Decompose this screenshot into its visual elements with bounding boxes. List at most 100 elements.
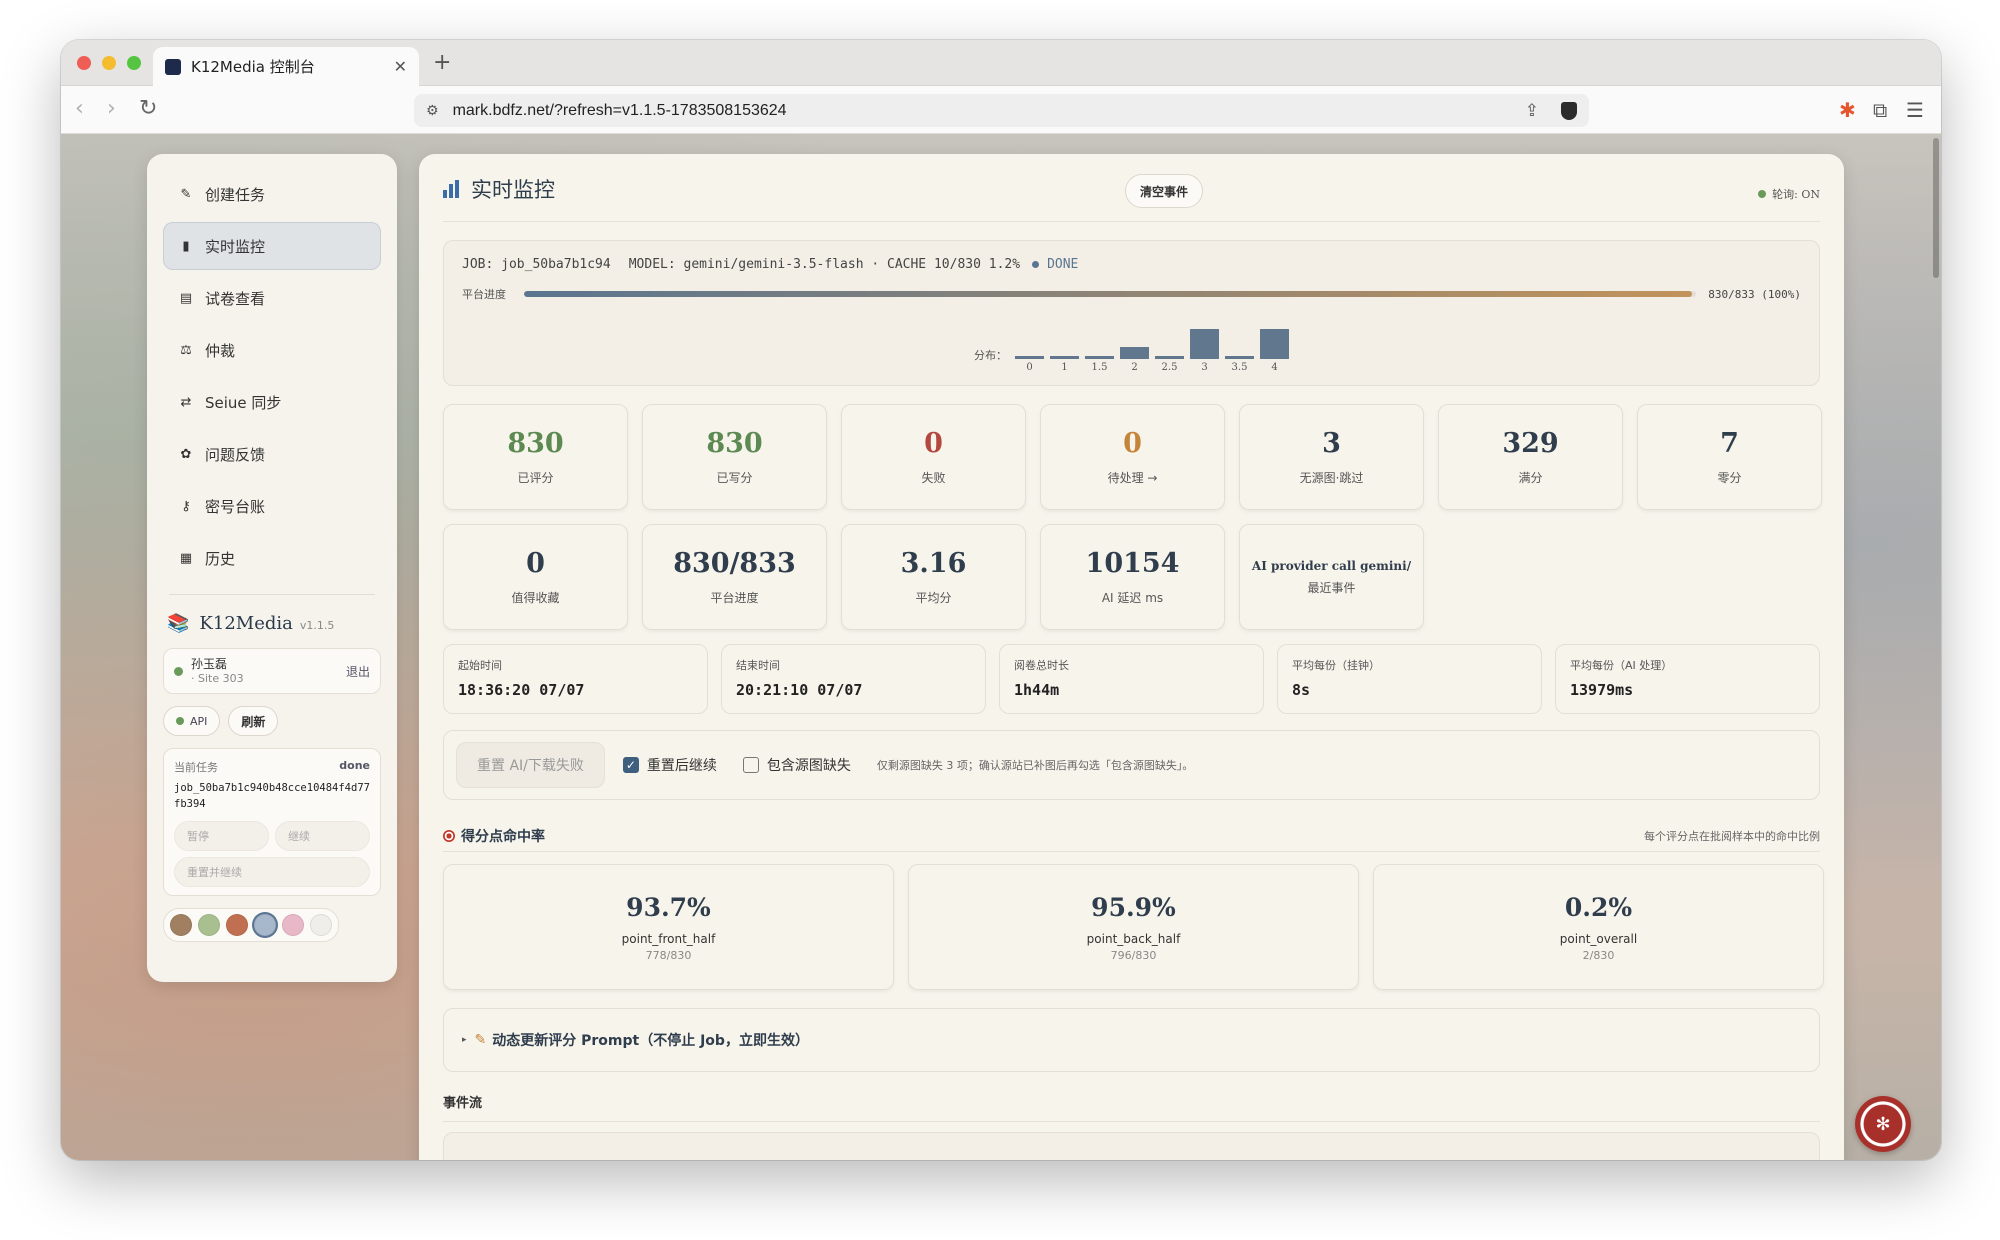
include-missing-checkbox[interactable]: 包含源图缺失	[742, 755, 851, 775]
sidebar-item-7[interactable]: ▦ 历史	[163, 534, 381, 582]
browser-toolbar: ‹ › ↻ ⚙ mark.bdfz.net/?refresh=v1.1.5-17…	[61, 86, 1941, 134]
sidebar-item-5[interactable]: ✿ 问题反馈	[163, 430, 381, 478]
stat-label: AI 延迟 ms	[1101, 591, 1164, 605]
stat-value: 0	[924, 428, 943, 459]
distribution-bar	[1155, 356, 1184, 359]
stat-value: 7	[1720, 428, 1739, 459]
share-icon[interactable]: ⇪	[1525, 101, 1539, 121]
distribution-bar	[1015, 356, 1044, 359]
reload-icon[interactable]: ↻	[139, 96, 157, 121]
checkbox-checked-icon[interactable]: ✓	[622, 757, 639, 773]
stats-grid: 830 已评分 830 已写分 0 失败 0 待处理 → 3 无源图·跳过 329 满分 7 零分 0 值得收…	[443, 404, 1822, 630]
score-distribution-chart: 分布： 0 1 1.5 2 2.5 3 3.5 4	[974, 329, 1295, 373]
user-name: 孙玉磊	[191, 657, 228, 672]
sidebar-divider	[169, 594, 375, 595]
theme-swatch[interactable]	[310, 913, 332, 936]
page-scrollbar[interactable]	[1933, 138, 1939, 278]
time-stat-label: 阅卷总时长	[1014, 659, 1069, 672]
stat-label: 失败	[921, 471, 946, 485]
logout-button[interactable]: 退出	[346, 663, 370, 680]
distribution-column: 2.5	[1155, 329, 1184, 373]
reset-resume-button[interactable]: 重置并继续	[174, 856, 370, 887]
job-model: MODEL: gemini/gemini-3.5-flash · CACHE 1…	[628, 257, 1021, 272]
checkbox-empty-icon[interactable]	[742, 757, 759, 773]
time-stat: 阅卷总时长 1h44m	[999, 644, 1264, 714]
stat-label: 满分	[1518, 471, 1543, 485]
prompt-update-toggle[interactable]: ▸ ✎ 动态更新评分 Prompt（不停止 Job，立即生效）	[443, 1008, 1820, 1072]
new-tab-icon[interactable]: +	[433, 50, 451, 75]
refresh-label: 刷新	[241, 714, 266, 729]
stat-label: 平均分	[915, 591, 952, 605]
distribution-bar	[1085, 356, 1114, 359]
reset-failed-button[interactable]: 重置 AI/下载失败	[456, 742, 605, 788]
progress-label: 平台进度	[462, 288, 506, 301]
api-label: API	[190, 714, 208, 728]
api-status-pill[interactable]: API	[163, 706, 221, 736]
hit-rate-name: point_overall	[1559, 931, 1638, 946]
sidebar-item-2[interactable]: ▤ 试卷查看	[163, 274, 381, 322]
extensions-icon[interactable]: ⧉	[1873, 98, 1887, 122]
sidebar-item-6[interactable]: ⚷ 密号台账	[163, 482, 381, 530]
bar-chart-icon	[443, 180, 459, 198]
time-stat: 结束时间 20:21:10 07/07	[721, 644, 986, 714]
site-settings-icon[interactable]: ⚙	[426, 103, 439, 119]
time-stats: 起始时间 18:36:20 07/07 结束时间 20:21:10 07/07 阅卷总时…	[443, 644, 1820, 714]
theme-swatch[interactable]	[254, 913, 276, 936]
pause-button[interactable]: 暂停	[174, 820, 269, 851]
close-window-button[interactable]	[77, 56, 91, 70]
resume-button[interactable]: 继续	[275, 820, 370, 851]
theme-swatch[interactable]	[198, 913, 220, 936]
theme-swatch[interactable]	[226, 913, 248, 936]
job-status-text: DONE	[1047, 257, 1079, 272]
school-seal-icon[interactable]: ✻	[1855, 1096, 1911, 1152]
continue-after-reset-checkbox[interactable]: ✓ 重置后继续	[622, 755, 717, 775]
browser-tab[interactable]: K12Media 控制台 ✕	[153, 47, 419, 86]
stat-card: 830/833 平台进度	[642, 524, 827, 630]
stat-card: 329 满分	[1438, 404, 1623, 510]
stat-label: 无源图·跳过	[1299, 471, 1364, 485]
sidebar-item-label: 问题反馈	[205, 445, 266, 464]
menu-icon[interactable]: ☰	[1906, 98, 1924, 122]
forward-icon[interactable]: ›	[107, 96, 116, 121]
stat-label: 已写分	[716, 471, 753, 485]
brave-rewards-icon[interactable]: ✱	[1839, 98, 1856, 122]
stat-value: 10154	[1085, 548, 1180, 579]
hit-rate-count: 2/830	[1582, 948, 1615, 962]
stat-value: 0	[526, 548, 545, 579]
sidebar-item-3[interactable]: ⚖ 仲裁	[163, 326, 381, 374]
bug-icon: ✿	[180, 446, 192, 462]
refresh-button[interactable]: 刷新	[228, 706, 279, 736]
scale-icon: ⚖	[180, 342, 192, 358]
zoom-window-button[interactable]	[127, 56, 141, 70]
sidebar-item-0[interactable]: ✎ 创建任务	[163, 170, 381, 218]
tab-close-icon[interactable]: ✕	[394, 57, 407, 76]
sidebar-item-label: Seiue 同步	[205, 393, 282, 412]
brand: 📚 K12Media v1.1.5	[163, 613, 381, 634]
sync-icon: ⇄	[180, 394, 192, 410]
distribution-bar	[1120, 347, 1149, 359]
hit-rate-card: 93.7% point_front_half 778/830	[443, 864, 894, 990]
sidebar-item-1[interactable]: ▮ 实时监控	[163, 222, 381, 270]
distribution-tick-label: 1	[1061, 362, 1068, 373]
sidebar-item-4[interactable]: ⇄ Seiue 同步	[163, 378, 381, 426]
distribution-tick-label: 3.5	[1231, 362, 1248, 373]
sidebar: ✎ 创建任务 ▮ 实时监控 ▤ 试卷查看 ⚖ 仲裁 ⇄ Seiue 同步 ✿ 问题反馈 ⚷ 密号台账 ▦ 历史…	[147, 154, 397, 982]
hit-rate-name: point_front_half	[621, 931, 716, 946]
url-text[interactable]: mark.bdfz.net/?refresh=v1.1.5-1783508153…	[453, 102, 1525, 120]
reset-note: 仅剩源图缺失 3 项；确认源站已补图后再勾选「包含源图缺失」。	[876, 759, 1194, 772]
event-stream[interactable]	[443, 1132, 1820, 1160]
distribution-column: 3.5	[1225, 329, 1254, 373]
shield-icon[interactable]	[1561, 101, 1577, 120]
stat-value: 3	[1322, 428, 1341, 459]
minimize-window-button[interactable]	[102, 56, 116, 70]
clear-events-button[interactable]: 清空事件	[1125, 174, 1204, 208]
distribution-bar	[1225, 356, 1254, 359]
back-icon[interactable]: ‹	[75, 96, 84, 121]
task-status: done	[339, 759, 370, 772]
stat-card: 830 已写分	[642, 404, 827, 510]
sidebar-item-label: 实时监控	[205, 237, 266, 256]
theme-swatch[interactable]	[170, 913, 192, 936]
address-bar[interactable]: ⚙ mark.bdfz.net/?refresh=v1.1.5-17835081…	[414, 94, 1589, 127]
theme-swatch[interactable]	[282, 913, 304, 936]
stat-value: 0	[1123, 428, 1142, 459]
